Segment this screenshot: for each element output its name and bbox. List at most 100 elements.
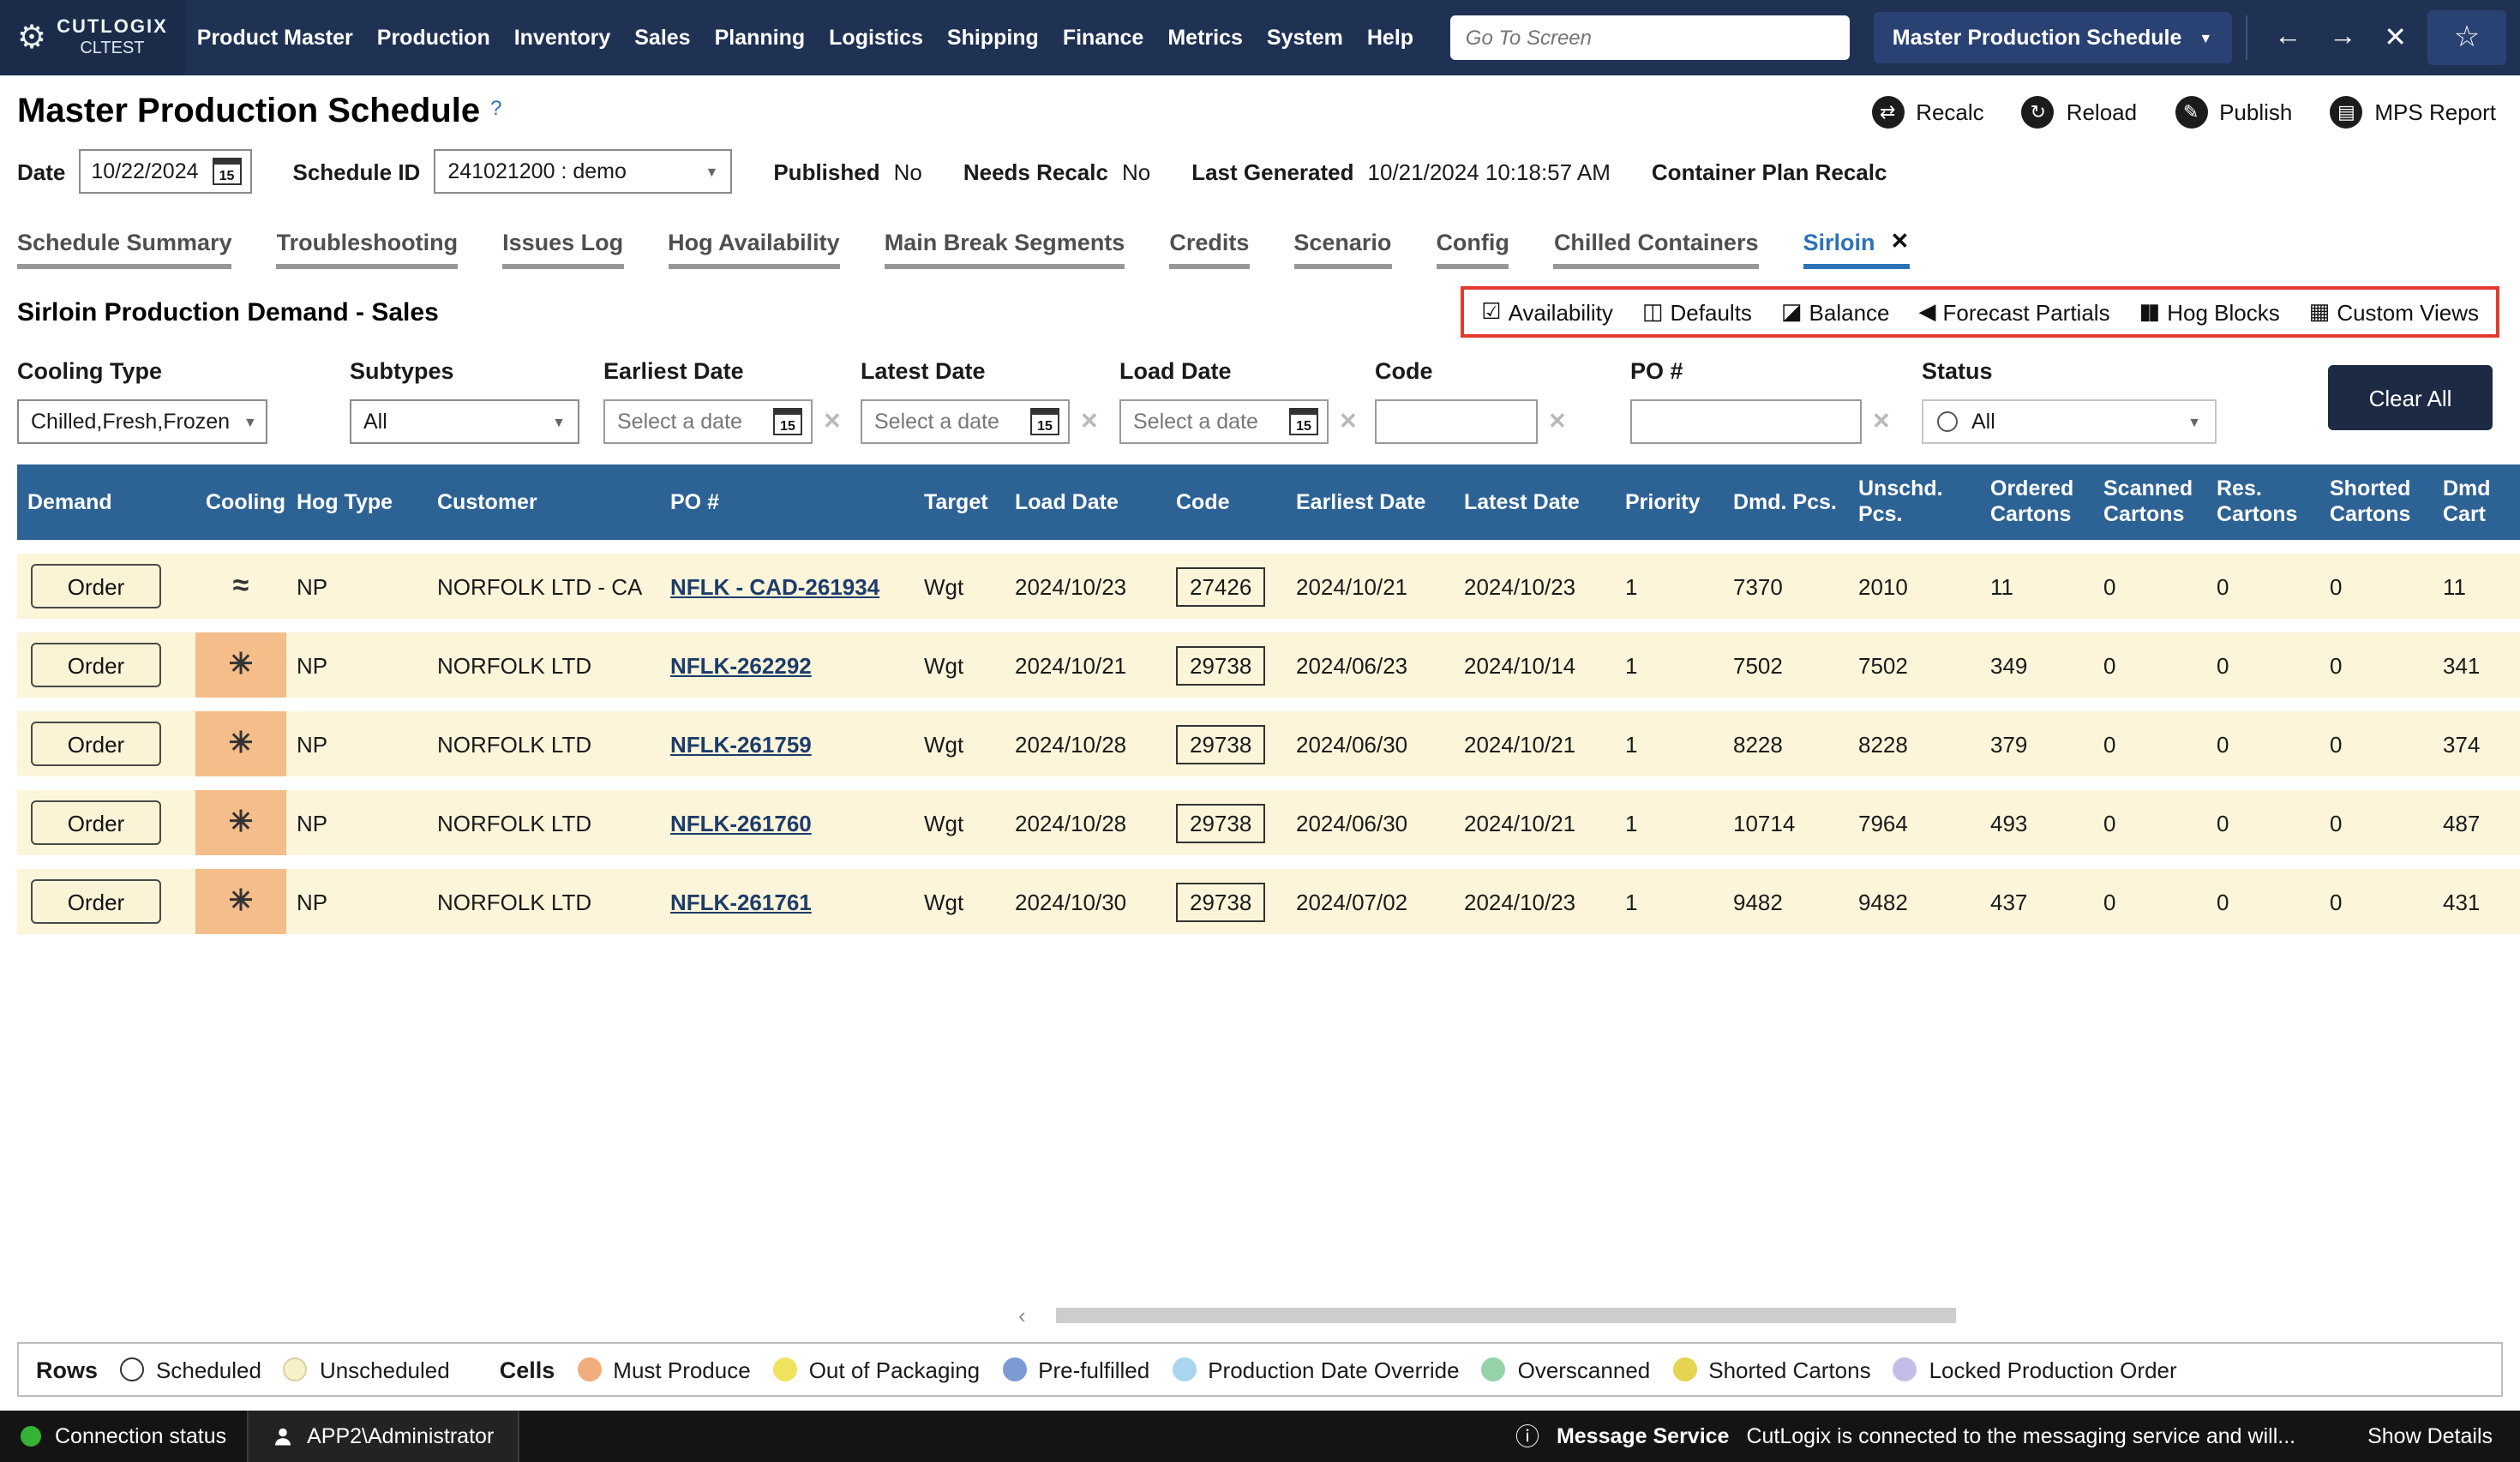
po-link[interactable]: NFLK-261761 xyxy=(670,889,812,914)
nav-item-production[interactable]: Production xyxy=(365,26,502,50)
clear-earliest-date-icon[interactable]: ✕ xyxy=(823,408,842,435)
code-box[interactable]: 27426 xyxy=(1176,566,1266,606)
show-details-link[interactable]: Show Details xyxy=(2367,1424,2520,1448)
code-box[interactable]: 29738 xyxy=(1176,724,1266,764)
calendar-icon[interactable]: 15 xyxy=(773,408,802,435)
action-publish[interactable]: ✎ Publish xyxy=(2175,96,2292,129)
back-arrow-icon[interactable]: ← xyxy=(2260,22,2315,53)
calendar-icon[interactable]: 15 xyxy=(1030,408,1059,435)
container-plan-recalc-label[interactable]: Container Plan Recalc xyxy=(1652,159,1887,184)
cell-ordered-cartons: 493 xyxy=(1990,810,2028,836)
order-button[interactable]: Order xyxy=(31,879,161,924)
tab-close-icon[interactable]: ✕ xyxy=(1891,228,1910,255)
tab-config[interactable]: Config xyxy=(1436,230,1509,269)
clear-code-icon[interactable]: ✕ xyxy=(1548,408,1567,435)
nav-item-system[interactable]: System xyxy=(1255,26,1355,50)
earliest-date-picker[interactable]: Select a date 15 xyxy=(603,399,813,444)
tabs-bar: Schedule Summary Troubleshooting Issues Lo… xyxy=(0,211,2520,269)
clear-po-icon[interactable]: ✕ xyxy=(1872,408,1891,435)
tab-main-break-segments[interactable]: Main Break Segments xyxy=(884,230,1125,269)
latest-date-picker[interactable]: Select a date 15 xyxy=(861,399,1070,444)
col-header-scanned-cartons: Scanned Cartons xyxy=(2103,476,2193,526)
cell-earliest-date: 2024/06/30 xyxy=(1296,810,1408,836)
po-link[interactable]: NFLK-261759 xyxy=(670,731,812,757)
action-recalc[interactable]: ⇄ Recalc xyxy=(1871,96,1984,129)
legend-item-unscheduled: Unscheduled xyxy=(283,1357,450,1382)
clear-all-button[interactable]: Clear All xyxy=(2328,365,2493,430)
order-button[interactable]: Order xyxy=(31,800,161,845)
nav-item-help[interactable]: Help xyxy=(1355,26,1425,50)
help-link[interactable]: ? xyxy=(490,93,501,120)
nav-item-inventory[interactable]: Inventory xyxy=(502,26,623,50)
code-filter-input[interactable] xyxy=(1375,399,1538,444)
cooling-type-select[interactable]: Chilled,Fresh,Frozen ▼ xyxy=(17,399,267,444)
go-to-screen-input[interactable] xyxy=(1449,15,1850,60)
nav-item-metrics[interactable]: Metrics xyxy=(1155,26,1255,50)
tab-sirloin[interactable]: Sirloin ✕ xyxy=(1803,228,1910,269)
calendar-icon[interactable]: 15 xyxy=(212,158,242,185)
nav-item-logistics[interactable]: Logistics xyxy=(817,26,935,50)
view-tool-availability[interactable]: ☑ Availability xyxy=(1481,298,1613,326)
order-button[interactable]: Order xyxy=(31,643,161,687)
horizontal-scrollbar[interactable]: ‹ xyxy=(17,1303,2520,1328)
tab-schedule-summary[interactable]: Schedule Summary xyxy=(17,230,232,269)
clear-load-date-icon[interactable]: ✕ xyxy=(1339,408,1358,435)
nav-item-product-master[interactable]: Product Master xyxy=(185,26,365,50)
view-tool-balance[interactable]: ◪ Balance xyxy=(1781,298,1890,326)
view-tool-defaults[interactable]: ◫ Defaults xyxy=(1642,298,1752,326)
cell-target: Wgt xyxy=(924,731,964,757)
load-date-picker[interactable]: Select a date 15 xyxy=(1119,399,1329,444)
cell-shorted-cartons: 0 xyxy=(2330,731,2343,757)
clear-latest-date-icon[interactable]: ✕ xyxy=(1080,408,1099,435)
screen-select-dropdown[interactable]: Master Production Schedule ▼ xyxy=(1873,12,2232,63)
earliest-date-placeholder: Select a date xyxy=(617,410,742,434)
nav-item-sales[interactable]: Sales xyxy=(622,26,702,50)
tab-credits[interactable]: Credits xyxy=(1169,230,1250,269)
action-mps-report[interactable]: ▤ MPS Report xyxy=(2330,96,2496,129)
calendar-icon[interactable]: 15 xyxy=(1289,408,1318,435)
schedule-id-select[interactable]: 241021200 : demo ▼ xyxy=(434,149,733,194)
po-link[interactable]: NFLK-261760 xyxy=(670,810,812,836)
status-select[interactable]: All ▼ xyxy=(1922,399,2217,444)
current-user[interactable]: APP2\Administrator xyxy=(249,1411,519,1462)
cell-dmd-pcs: 9482 xyxy=(1733,889,1783,914)
order-button[interactable]: Order xyxy=(31,722,161,766)
subtypes-select[interactable]: All ▼ xyxy=(350,399,579,444)
tab-chilled-containers[interactable]: Chilled Containers xyxy=(1553,230,1759,269)
view-tool-custom-views[interactable]: ▦ Custom Views xyxy=(2309,298,2479,326)
close-window-icon[interactable]: ✕ xyxy=(2370,21,2421,55)
tab-issues-log[interactable]: Issues Log xyxy=(502,230,624,269)
view-tool-forecast-partials[interactable]: ◀ Forecast Partials xyxy=(1919,298,2110,326)
scroll-left-icon[interactable]: ‹ xyxy=(1018,1303,1026,1328)
forward-arrow-icon[interactable]: → xyxy=(2315,22,2370,53)
last-generated-label: Last Generated xyxy=(1191,159,1354,184)
col-header-shorted-cartons: Shorted Cartons xyxy=(2330,476,2411,526)
section-row: Sirloin Production Demand - Sales ☑ Avail… xyxy=(0,269,2520,345)
statusbar-divider xyxy=(518,1411,520,1462)
tab-hog-availability[interactable]: Hog Availability xyxy=(668,230,840,269)
order-button[interactable]: Order xyxy=(31,564,161,608)
action-reload[interactable]: ↻ Reload xyxy=(2021,96,2137,129)
po-link[interactable]: NFLK - CAD-261934 xyxy=(670,573,879,599)
favorite-star-icon[interactable]: ☆ xyxy=(2427,10,2506,65)
nav-item-planning[interactable]: Planning xyxy=(703,26,818,50)
date-input[interactable]: 10/22/2024 15 xyxy=(79,149,252,194)
scrollbar-thumb[interactable] xyxy=(1055,1308,1957,1323)
tab-scenario[interactable]: Scenario xyxy=(1293,230,1392,269)
cell-po: NFLK-261761 xyxy=(660,869,914,934)
cell-po: NFLK-261760 xyxy=(660,790,914,855)
earliest-date-label: Earliest Date xyxy=(603,358,744,384)
table-row: Order ✳ NP NORFOLK LTD NFLK-261761 Wgt 2024/10… xyxy=(17,869,2520,934)
po-link[interactable]: NFLK-262292 xyxy=(670,652,812,678)
cell-ordered-cartons: 379 xyxy=(1990,731,2028,757)
section-title: Sirloin Production Demand - Sales xyxy=(17,297,439,327)
code-box[interactable]: 29738 xyxy=(1176,645,1266,685)
tab-troubleshooting[interactable]: Troubleshooting xyxy=(276,230,459,269)
nav-item-finance[interactable]: Finance xyxy=(1051,26,1156,50)
mps-report-icon: ▤ xyxy=(2330,96,2363,129)
view-tool-hog-blocks[interactable]: ▮▮ Hog Blocks xyxy=(2139,298,2280,326)
code-box[interactable]: 29738 xyxy=(1176,882,1266,921)
nav-item-shipping[interactable]: Shipping xyxy=(935,26,1051,50)
code-box[interactable]: 29738 xyxy=(1176,803,1266,842)
po-filter-input[interactable] xyxy=(1630,399,1862,444)
